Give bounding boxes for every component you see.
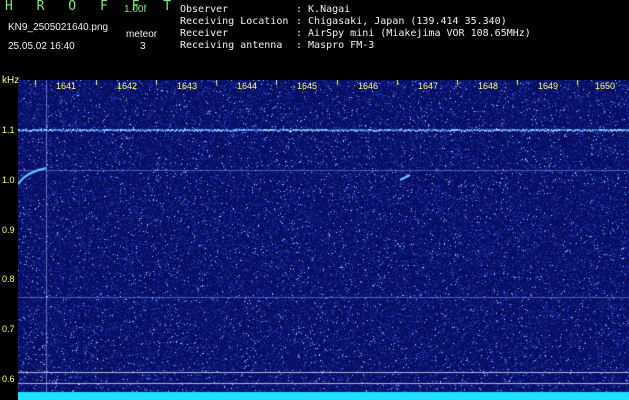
y-tick-label: 0.9 [2,225,15,235]
location-label: Receiving Location [180,16,289,27]
x-tick-label: 1641 [56,81,77,91]
receiver-label: Receiver [180,28,229,39]
app-version: 1.00f [124,4,147,15]
x-tick-label: 1646 [358,81,379,91]
location-value: : Chigasaki, Japan (139.414 35.340) [296,16,507,27]
mode-label: meteor [126,29,158,40]
file-name: KN9_2505021640.png [8,22,109,33]
observer-label: Observer [180,4,229,15]
receiver-value: : AirSpy mini (Miakejima VOR 108.65MHz) [296,28,531,39]
x-tick-label: 1643 [177,81,198,91]
observer-value: : K.Nagai [296,4,351,15]
y-tick-label: 0.8 [2,274,15,284]
x-tick-label: 1645 [297,81,318,91]
y-tick-label: 0.6 [2,374,15,384]
y-unit-label: kHz [2,75,20,86]
event-count: 3 [140,41,146,52]
antenna-label: Receiving antenna [180,40,283,51]
x-tick-label: 1648 [478,81,499,91]
y-tick-label: 1.0 [2,175,15,185]
antenna-value: : Maspro FM-3 [296,40,375,51]
x-tick-label: 1649 [538,81,559,91]
header-panel: H R O F F T 1.00f KN9_2505021640.png met… [0,0,629,86]
x-tick-label: 1644 [237,81,258,91]
date-time: 25.05.02 16:40 [8,41,75,52]
y-tick-label: 0.7 [2,324,15,334]
x-tick-label: 1642 [117,81,138,91]
spectrogram-canvas [18,80,629,400]
app-brand: H R O F F T [5,0,180,14]
x-tick-label: 1647 [418,81,439,91]
x-tick-label: 1650 [595,81,616,91]
y-tick-label: 1.1 [2,125,15,135]
